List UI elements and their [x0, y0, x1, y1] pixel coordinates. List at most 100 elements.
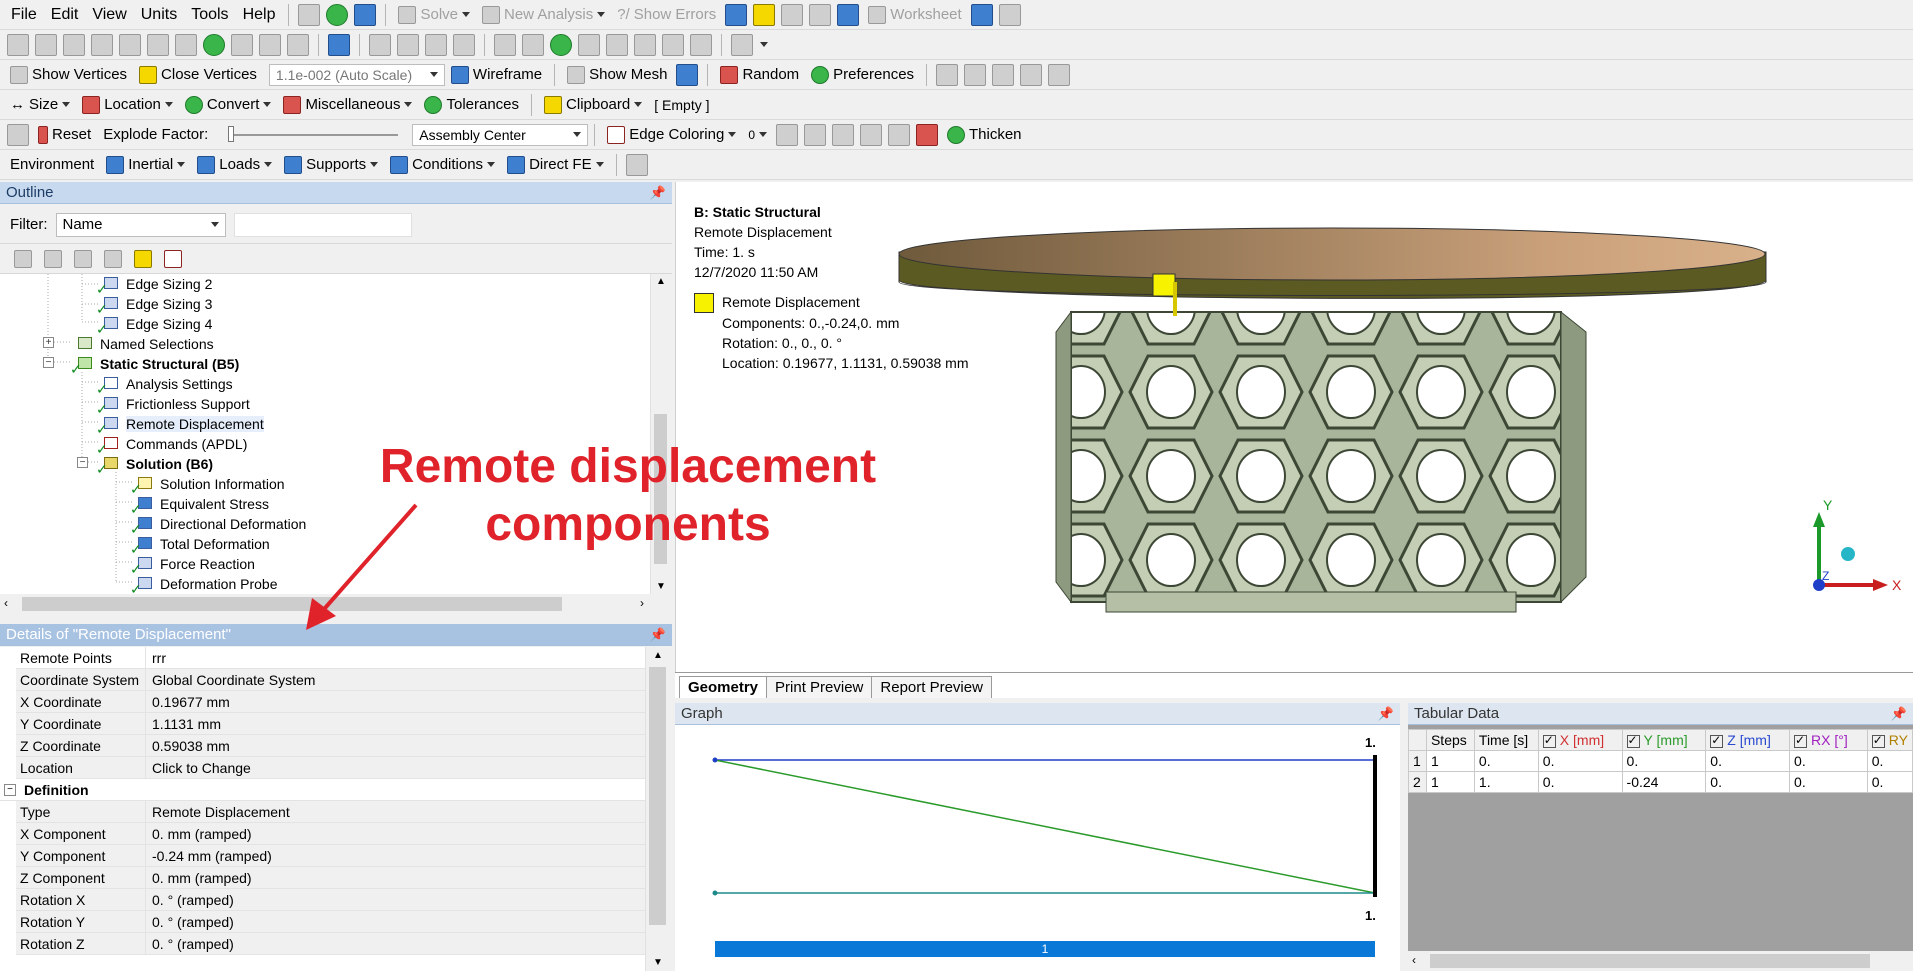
details-group-definition[interactable]: − Definition [0, 779, 645, 801]
graph-panel[interactable]: 1. 1. 1 [675, 725, 1400, 971]
details-row-type[interactable]: Type Remote Displacement [16, 801, 645, 823]
checkbox-x[interactable] [1542, 733, 1556, 748]
iso-view-icon[interactable] [606, 33, 628, 56]
new-analysis-button[interactable]: New Analysis [476, 2, 611, 28]
tree-item-remote-displacement[interactable]: ✓ Remote Displacement [96, 414, 264, 437]
checkbox-ry[interactable] [1871, 733, 1885, 748]
zoom-out-icon[interactable] [578, 33, 600, 56]
previous-view-icon[interactable] [634, 33, 656, 56]
close-vertices-button[interactable]: Close Vertices [133, 62, 263, 88]
col-x[interactable]: X [mm] [1537, 729, 1623, 751]
solve-button[interactable]: Solve [392, 2, 476, 28]
menu-file[interactable]: File [4, 6, 44, 24]
conditions-button[interactable]: Conditions [384, 152, 501, 178]
convert-button[interactable]: Convert [179, 92, 278, 118]
xyz-disabled-icon[interactable] [35, 33, 57, 56]
reset-button[interactable]: Reset [32, 122, 97, 148]
zoom-fit-icon[interactable] [494, 33, 516, 56]
cell-ry[interactable]: 0. [1866, 750, 1913, 772]
details-vertical-scrollbar[interactable]: ▲ ▼ [645, 647, 669, 971]
box-zoom-icon[interactable] [453, 33, 475, 56]
cell-y[interactable]: 0. [1621, 750, 1707, 772]
supports-button[interactable]: Supports [278, 152, 384, 178]
rotate-icon[interactable] [369, 33, 391, 56]
thicken-button[interactable]: Thicken [941, 122, 1028, 148]
details-row-x-component[interactable]: X Component 0. mm (ramped) [16, 823, 645, 845]
cell-z[interactable]: 0. [1705, 771, 1791, 793]
zoom-green-icon[interactable] [550, 33, 572, 56]
menu-edit[interactable]: Edit [44, 6, 86, 24]
structure-icon[interactable] [725, 3, 748, 26]
random-colors-button[interactable]: Random [714, 62, 805, 88]
next-view-icon[interactable] [662, 33, 684, 56]
direct-fe-button[interactable]: Direct FE [501, 152, 610, 178]
worksheet-button[interactable]: Worksheet [862, 2, 967, 28]
details-row-rotation-x[interactable]: Rotation X 0. ° (ramped) [16, 889, 645, 911]
details-row-y-coordinate[interactable]: Y Coordinate 1.1131 mm [16, 713, 645, 735]
collapse-toggle-static-structural[interactable]: − [43, 357, 54, 368]
pin-icon[interactable]: 📌 [650, 185, 666, 201]
collapse-icon[interactable] [74, 249, 92, 268]
edge-x-icon[interactable] [860, 123, 882, 146]
slider-knob[interactable] [228, 125, 235, 142]
details-value[interactable]: 0. ° (ramped) [146, 889, 645, 910]
axis-icon-5[interactable] [1048, 63, 1071, 86]
expand-icon[interactable] [44, 249, 62, 268]
scroll-left-icon[interactable]: ‹ [4, 596, 8, 610]
tab-print-preview[interactable]: Print Preview [766, 676, 873, 698]
tolerances-button[interactable]: Tolerances [418, 92, 525, 118]
cell-y[interactable]: -0.24 [1621, 771, 1707, 793]
viewports-icon[interactable] [731, 33, 753, 56]
xyz-select-icon[interactable] [7, 33, 29, 56]
preferences-button[interactable]: Preferences [805, 62, 920, 88]
tree-item-frictionless-support[interactable]: ✓ Frictionless Support [96, 394, 250, 417]
edge-2-icon[interactable] [804, 123, 826, 146]
axis-icon-4[interactable] [1020, 63, 1043, 86]
text-annotation-icon[interactable] [809, 3, 832, 26]
details-row-rotation-y[interactable]: Rotation Y 0. ° (ramped) [16, 911, 645, 933]
collapse-toggle-solution[interactable]: − [77, 457, 88, 468]
tag-icon[interactable] [998, 3, 1021, 26]
cell-steps[interactable]: 1 [1425, 750, 1475, 772]
scroll-up-icon[interactable]: ▲ [653, 650, 663, 661]
menu-units[interactable]: Units [134, 6, 184, 24]
cell-rx[interactable]: 0. [1789, 771, 1868, 793]
magnifier-icon[interactable] [522, 33, 544, 56]
tree-item-edge-sizing-2[interactable]: ✓ Edge Sizing 2 [96, 274, 212, 297]
tree-item-force-reaction[interactable]: ✓ Force Reaction [130, 554, 255, 577]
cell-z[interactable]: 0. [1705, 750, 1791, 772]
inertial-button[interactable]: Inertial [100, 152, 191, 178]
edge-zero-dropdown[interactable]: 0 [742, 122, 773, 148]
refresh-icon[interactable] [14, 249, 32, 268]
col-rx[interactable]: RX [°] [1789, 729, 1868, 751]
scroll-up-icon[interactable]: ▲ [656, 276, 666, 287]
table-row[interactable]: 1 1 0. 0. 0. 0. 0. 0. [1408, 750, 1913, 772]
details-value[interactable]: 0.19677 mm [146, 691, 645, 712]
cell-rx[interactable]: 0. [1789, 750, 1868, 772]
tabular-horizontal-scrollbar[interactable]: ‹ [1408, 951, 1913, 971]
loads-button[interactable]: Loads [191, 152, 278, 178]
explode-factor-slider[interactable] [228, 125, 399, 142]
details-row-location[interactable]: Location Click to Change [16, 757, 645, 779]
tree-item-commands-apdl[interactable]: ✓ Commands (APDL) [96, 434, 247, 457]
zoom-icon[interactable] [425, 33, 447, 56]
select-node-icon[interactable] [231, 33, 253, 56]
edge-3-icon[interactable] [832, 123, 854, 146]
scroll-right-icon[interactable]: › [640, 596, 644, 610]
details-row-remote-points[interactable]: Remote Points rrr [16, 647, 645, 669]
assembly-center-select[interactable]: Assembly Center [412, 123, 589, 146]
save-view-icon[interactable] [690, 33, 712, 56]
edge-coloring-button[interactable]: Edge Coloring [601, 122, 742, 148]
details-value[interactable]: 0. mm (ramped) [146, 823, 645, 844]
scroll-left-icon[interactable]: ‹ [1412, 953, 1416, 967]
outline-horizontal-scrollbar[interactable]: ‹ › [0, 594, 650, 614]
show-vertices-button[interactable]: Show Vertices [4, 62, 133, 88]
select-element-face-icon[interactable] [259, 33, 281, 56]
image-icon[interactable] [781, 3, 804, 26]
scroll-thumb[interactable] [649, 667, 666, 925]
filter-select[interactable]: Name [55, 212, 226, 237]
details-value[interactable]: 1.1131 mm [146, 713, 645, 734]
details-row-coordinate-system[interactable]: Coordinate System Global Coordinate Syste… [16, 669, 645, 691]
scroll-thumb[interactable] [22, 597, 562, 611]
explode-icon[interactable] [7, 123, 29, 146]
